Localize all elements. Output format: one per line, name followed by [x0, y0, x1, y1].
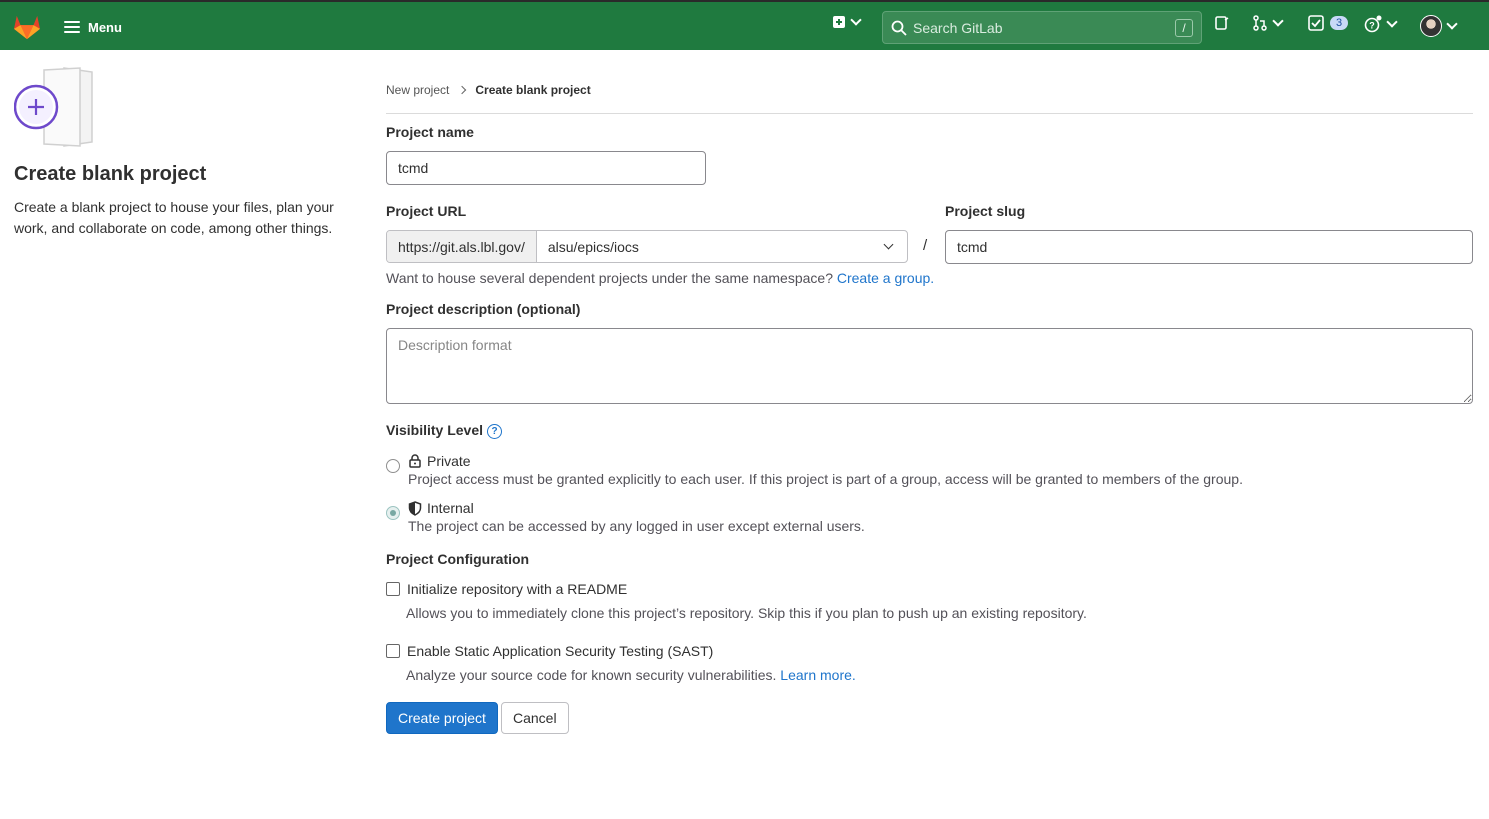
- divider: [386, 113, 1473, 114]
- page-description: Create a blank project to house your fil…: [14, 199, 334, 236]
- issues-icon: [1215, 16, 1229, 30]
- sast-help-text: Analyze your source code for known secur…: [406, 667, 777, 683]
- chevron-right-icon: [458, 85, 467, 95]
- blank-project-illustration: [14, 67, 93, 147]
- project-url-group: https://git.als.lbl.gov/ alsu/epics/iocs: [386, 230, 908, 263]
- question-circle-icon[interactable]: ?: [487, 423, 503, 439]
- project-name-input[interactable]: [386, 151, 706, 185]
- hamburger-icon: [64, 21, 80, 33]
- visibility-level-label: Visibility Level?: [386, 422, 503, 439]
- sast-checkbox[interactable]: [386, 644, 400, 658]
- user-menu-dropdown[interactable]: [1420, 15, 1458, 37]
- namespace-help: Want to house several dependent projects…: [386, 270, 934, 286]
- plus-square-icon: [833, 16, 845, 28]
- search-box[interactable]: /: [882, 11, 1202, 44]
- merge-requests-dropdown[interactable]: [1252, 15, 1284, 31]
- issues-button[interactable]: [1214, 15, 1230, 31]
- todos-button[interactable]: 3: [1308, 15, 1349, 31]
- sast-label: Enable Static Application Security Testi…: [407, 643, 714, 659]
- cancel-button[interactable]: Cancel: [501, 702, 569, 734]
- top-navbar: Menu / 3 ?: [0, 0, 1489, 50]
- breadcrumb-current: Create blank project: [475, 83, 591, 97]
- namespace-help-text: Want to house several dependent projects…: [386, 270, 833, 286]
- visibility-level-text: Visibility Level: [386, 422, 484, 438]
- todo-count-badge: 3: [1330, 16, 1349, 30]
- project-slug-input[interactable]: [945, 230, 1473, 264]
- svg-text:?: ?: [1369, 21, 1375, 31]
- search-input[interactable]: [913, 19, 1173, 36]
- merge-request-icon: [1253, 15, 1267, 31]
- help-icon: ?: [1364, 15, 1382, 33]
- project-description-label: Project description (optional): [386, 301, 581, 317]
- shield-icon: [408, 500, 422, 516]
- readme-help: Allows you to immediately clone this pro…: [406, 605, 1087, 621]
- project-url-label: Project URL: [386, 203, 467, 219]
- project-slug-label: Project slug: [945, 203, 1026, 219]
- avatar: [1420, 15, 1442, 37]
- breadcrumb-new-project[interactable]: New project: [386, 83, 449, 97]
- namespace-select[interactable]: alsu/epics/iocs: [537, 231, 907, 262]
- project-name-label: Project name: [386, 124, 474, 140]
- url-prefix: https://git.als.lbl.gov/: [387, 231, 537, 262]
- chevron-down-icon: [1272, 15, 1284, 27]
- lock-icon: [409, 454, 421, 468]
- create-project-button[interactable]: Create project: [386, 702, 498, 734]
- sast-option[interactable]: Enable Static Application Security Testi…: [386, 641, 713, 661]
- search-shortcut-hint: /: [1175, 19, 1193, 37]
- todo-check-icon: [1308, 15, 1324, 31]
- internal-label: Internal: [427, 500, 474, 516]
- page-title: Create blank project: [14, 163, 207, 185]
- search-icon: [891, 20, 907, 36]
- private-radio[interactable]: [386, 459, 400, 473]
- gitlab-logo-icon[interactable]: [12, 14, 42, 40]
- visibility-option-internal[interactable]: Internal The project can be accessed by …: [386, 499, 865, 535]
- readme-checkbox[interactable]: [386, 582, 400, 596]
- create-group-link[interactable]: Create a group.: [837, 270, 934, 286]
- visibility-option-private[interactable]: Private Project access must be granted e…: [386, 452, 1243, 488]
- breadcrumb: New project Create blank project: [386, 83, 591, 97]
- project-configuration-label: Project Configuration: [386, 551, 530, 567]
- new-item-dropdown[interactable]: [832, 14, 862, 29]
- sast-help: Analyze your source code for known secur…: [406, 667, 856, 683]
- chevron-down-icon: [850, 14, 862, 26]
- internal-radio[interactable]: [386, 506, 400, 520]
- help-dropdown[interactable]: ?: [1364, 15, 1398, 33]
- namespace-value: alsu/epics/iocs: [547, 238, 639, 255]
- chevron-down-icon: [1386, 16, 1398, 28]
- private-label: Private: [427, 453, 471, 469]
- private-description: Project access must be granted explicitl…: [408, 471, 1243, 487]
- internal-description: The project can be accessed by any logge…: [408, 518, 865, 534]
- project-description-textarea[interactable]: [386, 328, 1473, 404]
- menu-button[interactable]: Menu: [56, 11, 130, 43]
- menu-label: Menu: [88, 19, 122, 35]
- readme-option[interactable]: Initialize repository with a README: [386, 579, 627, 599]
- readme-label: Initialize repository with a README: [407, 581, 628, 597]
- chevron-down-icon: [883, 239, 894, 250]
- learn-more-link[interactable]: Learn more.: [780, 667, 855, 683]
- url-slug-separator: /: [923, 237, 928, 254]
- chevron-down-icon: [1446, 18, 1458, 30]
